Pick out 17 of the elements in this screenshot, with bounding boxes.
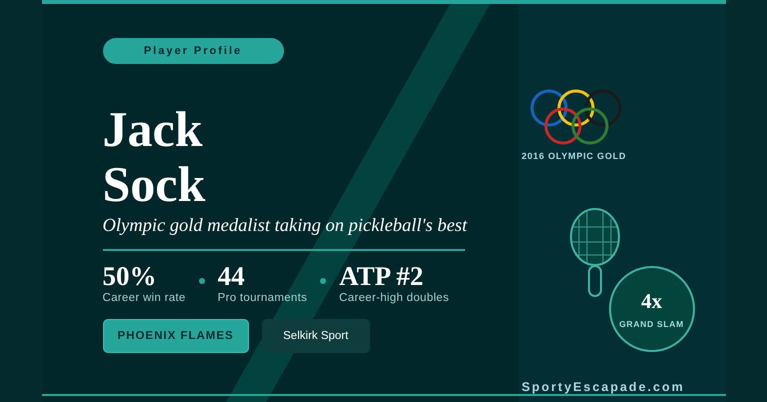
grand-slam-count: 4x bbox=[641, 289, 662, 314]
stat-value: ATP #2 bbox=[339, 261, 424, 291]
player-profile-badge: Player Profile bbox=[102, 38, 284, 64]
stat-label: Career win rate bbox=[102, 292, 186, 304]
site-name: SportyEscapade.com bbox=[522, 380, 685, 394]
stat-value: 50% bbox=[102, 261, 158, 291]
racket-icon bbox=[568, 207, 621, 299]
team-button[interactable]: PHOENIX FLAMES bbox=[102, 319, 249, 353]
olympic-medal-caption: 2016 OLYMPIC GOLD bbox=[522, 151, 626, 161]
stat-label: Career-high doubles bbox=[339, 292, 450, 304]
player-name: Jack Sock bbox=[102, 102, 206, 212]
stat-value: 44 bbox=[218, 261, 246, 291]
grand-slam-label: GRAND SLAM bbox=[619, 319, 684, 329]
separator-dot bbox=[198, 278, 205, 284]
stat-label: Pro tournaments bbox=[218, 292, 308, 304]
sponsor-button[interactable]: Selkirk Sport bbox=[262, 319, 370, 353]
tagline: Olympic gold medalist taking on pickleball's best bbox=[102, 216, 468, 237]
